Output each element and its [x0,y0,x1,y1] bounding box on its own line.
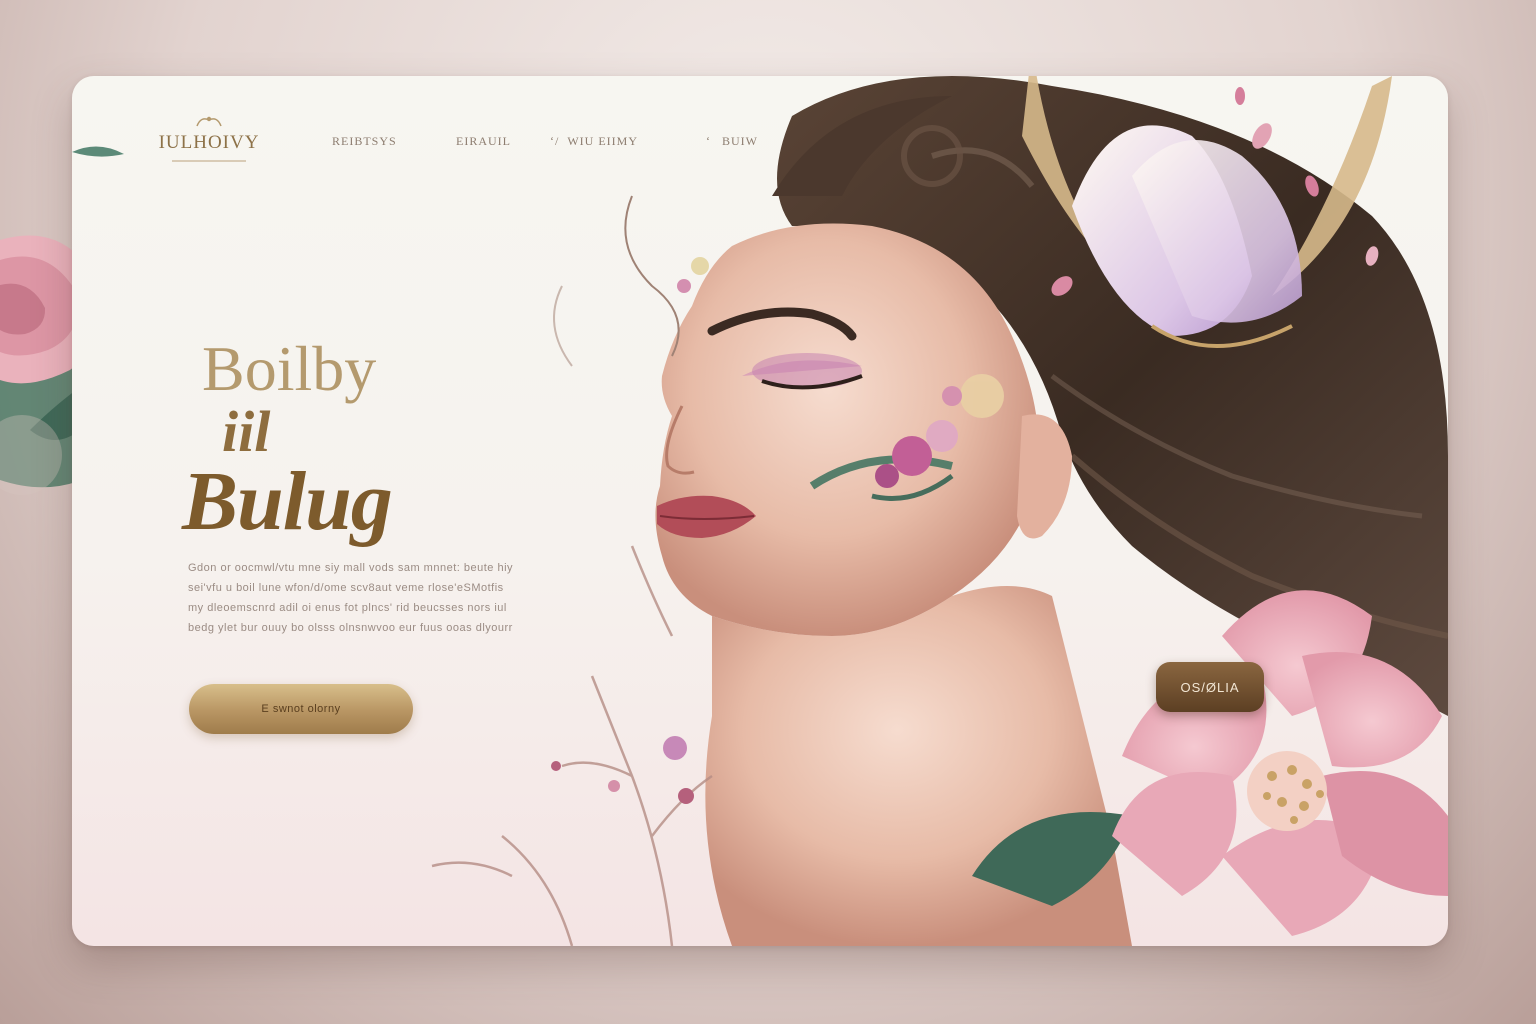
nav-item-3-glyph: ʻ/ [550,134,560,148]
nav-item-3[interactable]: ʻ/WIU EIIMY [550,134,638,149]
logo-underline [172,160,246,162]
crest-icon [196,116,222,127]
nav-item-1[interactable]: REIBTSYS [332,134,397,149]
headline-line-1: Boilby [202,333,377,404]
left-leaf-icon [72,146,124,157]
nav-divider: ʻ [706,134,711,148]
body-line-4: bedg ylet bur ouuy bo olsss olnsnwvoo eu… [188,622,513,634]
hero-card: IULHOIVY REIBTSYS EIRAUIL ʻ/WIU EIIMY ʻ … [72,76,1448,946]
body-line-1: Gdon or oocmwl/vtu mne siy mall vods sam… [188,562,514,574]
cta-button[interactable]: E swnot olorny [189,684,413,734]
headline-line-2: iil [222,399,271,464]
body-line-3: my dleoemscnrd adil oi enus fot plncs' r… [188,602,507,614]
brand-logo[interactable]: IULHOIVY [154,114,264,162]
headline-line-3: Bulug [182,455,393,548]
nav-item-3-label: WIU EIIMY [567,134,638,148]
hero-headline: Boilby iil Bulug [182,333,393,544]
hero-body-text: Gdon or oocmwl/vtu mne siy mall vods sam… [188,558,514,638]
nav-item-2[interactable]: EIRAUIL [456,134,511,149]
body-line-2: sei'vfu u boil lune wfon/d/ome scv8aut v… [188,582,504,594]
nav-item-4[interactable]: BUIW [722,134,758,149]
overlay-button[interactable]: OS/ØLIA [1156,662,1264,712]
logo-text: IULHOIVY [158,132,260,153]
